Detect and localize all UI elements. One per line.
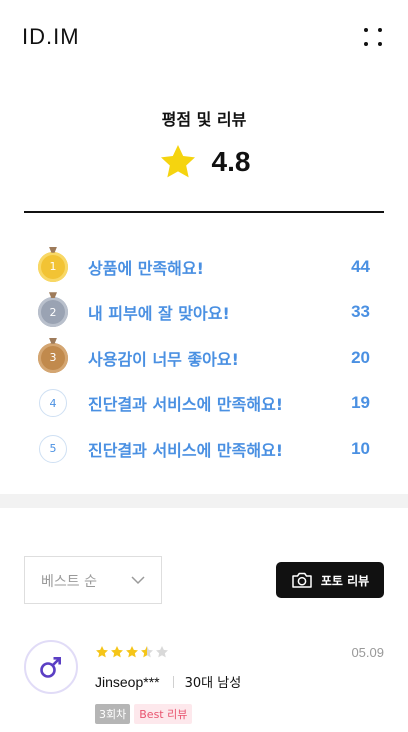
ranking-count: 19	[351, 393, 370, 413]
ranking-item-2: 2 내 피부에 잘 맞아요! 33	[38, 290, 370, 336]
star-icon	[126, 646, 138, 658]
ranking-item-5: 5 진단결과 서비스에 만족해요! 10	[38, 426, 370, 472]
gold-medal-icon: 1	[38, 246, 68, 282]
section-separator	[0, 494, 408, 508]
separator	[172, 675, 174, 688]
photo-review-button[interactable]: 포토 리뷰	[276, 562, 384, 598]
male-symbol-icon	[40, 657, 62, 678]
ranking-item-3: 3 사용감이 너무 좋아요! 20	[38, 335, 370, 381]
reviewer-demographic: 30대 남성	[184, 676, 242, 691]
ranking-label: 진단결과 서비스에 만족해요!	[88, 440, 284, 460]
ranking-item-1: 1 상품에 만족해요! 44	[38, 244, 370, 290]
rank-circle-icon: 4	[39, 389, 67, 418]
sort-selected-value: 베스트 순	[41, 574, 97, 590]
star-icon	[111, 646, 123, 658]
header: ID.IM	[0, 0, 408, 72]
camera-icon	[292, 572, 312, 588]
rank-circle-icon: 5	[39, 434, 67, 463]
star-icon	[156, 646, 168, 658]
ranking-item-4: 4 진단결과 서비스에 만족해요! 19	[38, 381, 370, 427]
ranking-label: 내 피부에 잘 맞아요!	[88, 304, 230, 324]
star-icon	[96, 646, 108, 658]
dots-grid-icon[interactable]	[362, 26, 384, 48]
review-date: 05.09	[351, 645, 384, 660]
photo-review-label: 포토 리뷰	[320, 573, 370, 588]
avatar	[24, 640, 78, 694]
rank-number: 2	[49, 305, 57, 319]
review-badges: 3회차 Best 리뷰	[95, 704, 193, 724]
rank-number: 3	[49, 351, 57, 365]
rank-number: 5	[49, 442, 57, 456]
reviewer-name: Jinseop***	[95, 673, 160, 690]
rank-number: 1	[49, 260, 57, 274]
ranking-count: 20	[351, 347, 370, 367]
bronze-medal-icon: 3	[38, 337, 68, 373]
ranking-count: 44	[351, 256, 370, 276]
review-stars	[95, 645, 169, 659]
logo[interactable]: ID.IM	[22, 24, 80, 50]
review-count-badge: 3회차	[95, 704, 131, 724]
rank-number: 4	[49, 396, 57, 410]
rating-title: 평점 및 리뷰	[161, 110, 247, 129]
ranking-count: 10	[351, 438, 370, 458]
divider	[24, 211, 384, 213]
sort-dropdown[interactable]: 베스트 순	[24, 556, 162, 604]
ranking-label: 사용감이 너무 좋아요!	[88, 349, 239, 369]
rating-score-row: 4.8	[0, 140, 408, 184]
rating-score: 4.8	[211, 146, 251, 177]
ranking-count: 33	[351, 302, 370, 322]
star-icon	[141, 646, 153, 658]
best-review-badge: Best 리뷰	[134, 704, 193, 724]
ranking-label: 상품에 만족해요!	[88, 258, 204, 278]
ranking-label: 진단결과 서비스에 만족해요!	[88, 395, 284, 415]
chevron-down-icon	[131, 576, 145, 585]
star-icon	[160, 145, 195, 178]
silver-medal-icon: 2	[38, 292, 68, 328]
ranking-list: 1 상품에 만족해요! 44 2 내 피부에 잘 맞아요! 33 3 사용감이 …	[38, 244, 370, 472]
reviewer-info-row: Jinseop*** 30대 남성	[95, 672, 242, 692]
review-item: 05.09 Jinseop*** 30대 남성 3회차 Best 리뷰	[24, 640, 384, 732]
